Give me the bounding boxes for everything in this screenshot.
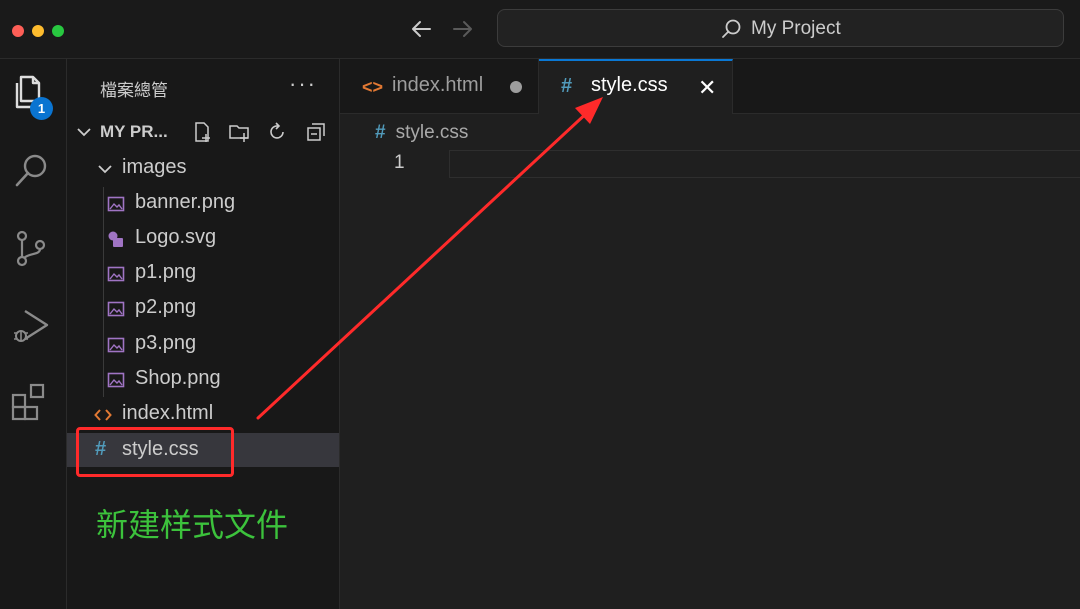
extensions-icon[interactable] bbox=[9, 379, 55, 425]
explorer-badge: 1 bbox=[30, 97, 53, 120]
image-file-icon bbox=[107, 266, 125, 282]
editor-tabs-bar: <> index.html # style.css ✕ bbox=[340, 59, 1080, 114]
new-file-icon[interactable] bbox=[191, 121, 213, 143]
search-text: My Project bbox=[751, 18, 841, 39]
tree-item-label: p2.png bbox=[135, 296, 197, 318]
new-folder-icon[interactable] bbox=[228, 121, 250, 143]
refresh-icon[interactable] bbox=[266, 121, 288, 143]
title-bar: My Project bbox=[0, 0, 1080, 59]
tree-file-logo[interactable]: Logo.svg bbox=[67, 221, 339, 255]
project-folder-header[interactable]: MY PR... bbox=[67, 117, 339, 147]
tree-file-p1[interactable]: p1.png bbox=[67, 256, 339, 290]
back-arrow-icon[interactable] bbox=[406, 14, 436, 44]
run-debug-icon[interactable] bbox=[9, 303, 55, 349]
more-actions-button[interactable]: ··· bbox=[289, 71, 317, 97]
tree-file-banner[interactable]: banner.png bbox=[67, 186, 339, 220]
tree-folder-images[interactable]: images bbox=[67, 151, 339, 185]
unsaved-dot-icon[interactable] bbox=[510, 81, 522, 93]
tab-index-html[interactable]: <> index.html bbox=[340, 59, 539, 113]
line-number: 1 bbox=[394, 152, 405, 173]
tree-file-p2[interactable]: p2.png bbox=[67, 291, 339, 325]
chevron-down-icon bbox=[77, 128, 91, 137]
chevron-down-icon bbox=[98, 165, 112, 174]
minimize-window-button[interactable] bbox=[32, 25, 44, 37]
close-tab-icon[interactable]: ✕ bbox=[698, 75, 716, 101]
tree-item-label: p3.png bbox=[135, 332, 197, 354]
tree-item-label: p1.png bbox=[135, 261, 197, 283]
tree-item-label: images bbox=[122, 156, 187, 178]
image-file-icon bbox=[107, 372, 125, 388]
forward-arrow-icon[interactable] bbox=[448, 14, 478, 44]
html-file-icon: <> bbox=[362, 77, 384, 97]
breadcrumb-file: style.css bbox=[395, 122, 469, 143]
project-folder-name: MY PR... bbox=[100, 122, 168, 141]
html-file-icon bbox=[94, 409, 112, 421]
tree-item-label: index.html bbox=[122, 402, 214, 424]
tree-item-label: Shop.png bbox=[135, 367, 221, 389]
tree-file-p3[interactable]: p3.png bbox=[67, 327, 339, 361]
css-file-icon: # bbox=[561, 75, 573, 97]
tree-file-shop[interactable]: Shop.png bbox=[67, 362, 339, 396]
explorer-title: 檔案總管 bbox=[100, 81, 168, 100]
close-window-button[interactable] bbox=[12, 25, 24, 37]
tree-item-label: Logo.svg bbox=[135, 226, 217, 248]
search-icon bbox=[722, 19, 741, 38]
command-center-search[interactable]: My Project bbox=[497, 9, 1064, 47]
image-file-icon bbox=[107, 337, 125, 353]
search-sidebar-icon[interactable] bbox=[9, 147, 55, 193]
current-line-highlight bbox=[449, 150, 1080, 178]
tab-label: index.html bbox=[392, 74, 484, 96]
image-file-icon bbox=[107, 196, 125, 212]
annotation-highlight-box bbox=[76, 427, 234, 477]
image-file-icon bbox=[107, 301, 125, 317]
annotation-text: 新建样式文件 bbox=[96, 507, 289, 543]
editor-area[interactable]: # style.css 1 bbox=[340, 114, 1080, 609]
source-control-icon[interactable] bbox=[9, 225, 55, 271]
tree-item-label: banner.png bbox=[135, 191, 236, 213]
tree-file-index-html[interactable]: index.html bbox=[67, 397, 339, 431]
maximize-window-button[interactable] bbox=[52, 25, 64, 37]
tab-label: style.css bbox=[591, 74, 668, 96]
activity-bar: 1 bbox=[0, 59, 67, 609]
breadcrumb[interactable]: # style.css bbox=[375, 122, 468, 144]
tab-style-css[interactable]: # style.css ✕ bbox=[539, 59, 733, 114]
collapse-all-icon[interactable] bbox=[305, 121, 327, 143]
svg-file-icon bbox=[108, 231, 123, 247]
css-file-icon: # bbox=[375, 122, 386, 143]
